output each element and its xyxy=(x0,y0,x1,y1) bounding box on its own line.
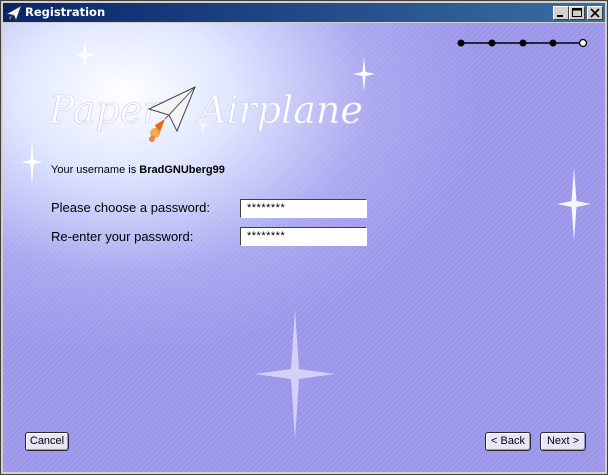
sparkle-icon xyxy=(557,168,591,240)
next-button[interactable]: Next > xyxy=(540,432,586,451)
logo-text-airplane: Airplane xyxy=(196,88,363,132)
window-title: Registration xyxy=(25,5,106,19)
registration-window: Registration Paper Airplane Your usernam… xyxy=(0,0,608,475)
step-progress-indicator xyxy=(457,38,588,48)
wizard-content: Paper Airplane Your username is BradGNUb… xyxy=(3,23,605,472)
cancel-button[interactable]: Cancel xyxy=(25,432,69,451)
close-button[interactable] xyxy=(587,6,603,20)
step-dot-current xyxy=(578,38,588,48)
step-dot xyxy=(457,39,465,47)
minimize-button[interactable] xyxy=(553,6,569,20)
paper-airplane-app-icon xyxy=(6,5,22,21)
back-button[interactable]: < Back xyxy=(485,432,531,451)
maximize-icon xyxy=(572,8,582,17)
username-value: BradGNUberg99 xyxy=(139,164,225,176)
step-dot xyxy=(549,39,557,47)
maximize-button[interactable] xyxy=(569,6,585,20)
title-bar[interactable]: Registration xyxy=(3,3,605,22)
minimize-icon xyxy=(557,15,563,17)
password-label: Please choose a password: xyxy=(51,200,210,215)
password-field[interactable]: ******** xyxy=(240,199,367,218)
sparkle-icon xyxy=(255,309,335,439)
reenter-password-field[interactable]: ******** xyxy=(240,227,367,246)
step-dot xyxy=(519,39,527,47)
username-message: Your username is BradGNUberg99 xyxy=(51,164,225,176)
reenter-password-label: Re-enter your password: xyxy=(51,229,194,244)
sparkle-icon xyxy=(21,139,43,185)
username-prefix: Your username is xyxy=(51,164,137,176)
close-icon xyxy=(590,8,600,18)
paper-airplane-logo: Paper Airplane xyxy=(48,65,379,155)
logo-text-paper: Paper xyxy=(49,88,163,132)
step-dot xyxy=(488,39,496,47)
